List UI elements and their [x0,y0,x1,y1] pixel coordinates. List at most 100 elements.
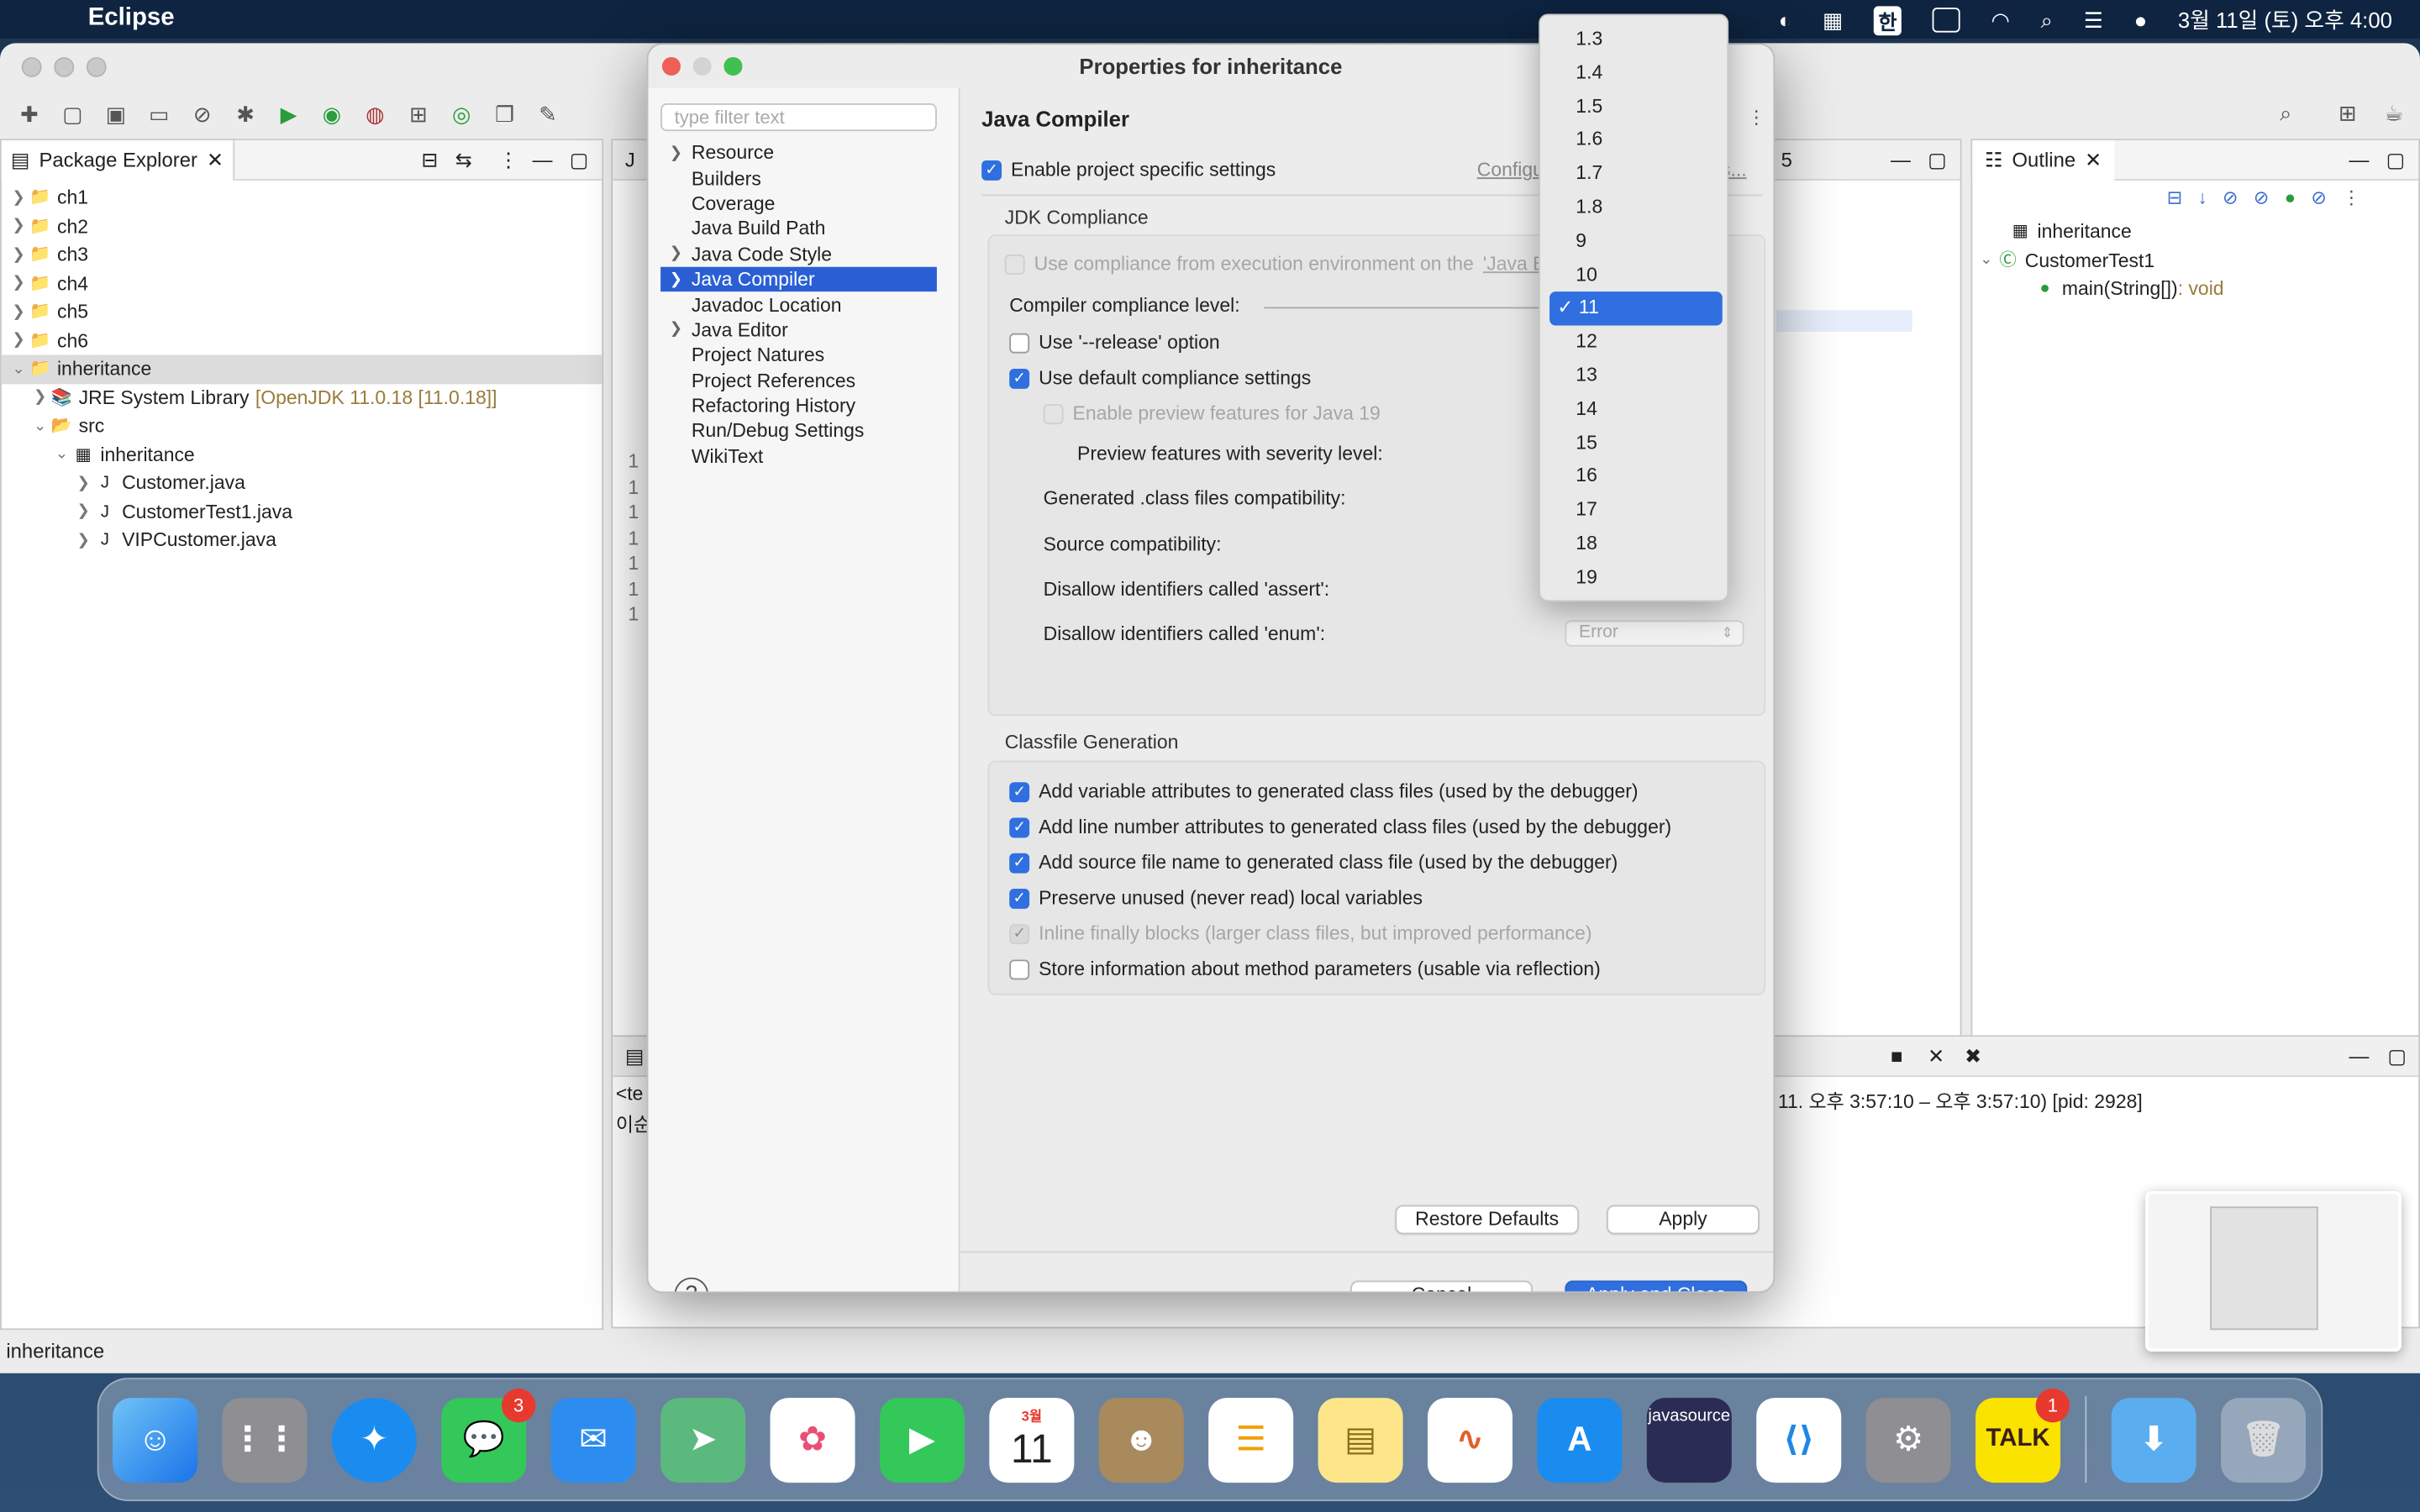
launchpad-icon[interactable]: ⋮⋮ [222,1397,308,1483]
checkbox-unchecked-icon[interactable] [1009,958,1030,979]
save-all-icon[interactable]: ▣ [99,100,133,128]
nav-item-project-references[interactable]: Project References [660,368,937,393]
dropdown-option-selected[interactable]: ✓ 11 [1549,291,1723,326]
classfile-option-disabled[interactable]: ✓ Inline finally blocks (larger class fi… [1009,922,1592,944]
classfile-option[interactable]: ✓ Add line number attributes to generate… [1009,816,1671,837]
collapse-all-icon[interactable]: ⊟ [421,147,438,171]
enable-preview-features[interactable]: Enable preview features for Java 19 [1043,402,1381,424]
apply-and-close-button[interactable]: Apply and Close [1565,1280,1748,1292]
new-icon[interactable]: ✚ [13,100,46,128]
dropdown-option[interactable]: 1.3 [1549,24,1723,57]
tree-item[interactable]: ❯ 📁 ch5 [2,297,602,326]
checkbox-checked-icon[interactable]: ✓ [1009,852,1030,873]
finder-icon[interactable]: ☺ [113,1397,198,1483]
dropdown-option[interactable]: 16 [1549,460,1723,494]
dropdown-option[interactable]: 18 [1549,528,1723,561]
chevron-right-icon[interactable]: ❯ [72,475,94,491]
nav-item-coverage[interactable]: Coverage [660,191,937,216]
maximize-icon[interactable]: ▢ [2386,147,2406,171]
safari-icon[interactable]: ✦ [331,1397,417,1483]
dropdown-option[interactable]: 14 [1549,393,1723,427]
photos-icon[interactable]: ✿ [770,1397,855,1483]
search-tool-icon[interactable]: ✎ [531,100,565,128]
filter-input[interactable]: type filter text [660,103,937,132]
tree-item[interactable]: ❯ J VIPCustomer.java [2,526,602,554]
enable-project-settings[interactable]: ✓ Enable project specific settings [981,159,1276,181]
chevron-right-icon[interactable]: ❯ [72,503,94,520]
tree-item[interactable]: ❯ 📁 ch2 [2,213,602,241]
app-store-icon[interactable]: A [1537,1397,1623,1483]
debug-icon[interactable]: ✱ [229,100,262,128]
dropdown-option[interactable]: 13 [1549,360,1723,393]
dropdown-option[interactable]: 1.6 [1549,124,1723,158]
chevron-right-icon[interactable]: ❯ [660,322,692,339]
nav-item-refactoring-history[interactable]: Refactoring History [660,393,937,418]
disallow-enum-select[interactable]: Error ⇕ [1565,620,1744,647]
maximize-icon[interactable]: ▢ [1928,147,1947,171]
nav-item-java-code-style[interactable]: ❯ Java Code Style [660,242,937,267]
hide-nonpublic-icon[interactable]: ● [2285,186,2296,208]
system-settings-icon[interactable]: ⚙ [1865,1397,1951,1483]
mail-icon[interactable]: ✉ [550,1397,636,1483]
tree-item[interactable]: ❯ 📁 ch4 [2,270,602,298]
zoom-window-button[interactable] [86,56,107,77]
minimize-icon[interactable]: — [1891,148,1911,171]
new-package-icon[interactable]: ⊞ [402,100,435,128]
run-icon[interactable]: ▶ [271,100,305,128]
nav-item-java-editor[interactable]: ❯ Java Editor [660,318,937,343]
close-icon[interactable]: ✕ [207,147,224,171]
app-menu-name[interactable]: Eclipse [88,5,175,33]
dropdown-option[interactable]: 19 [1549,561,1723,595]
tree-item-selected[interactable]: ⌄ 📁 inheritance [1,354,602,384]
facetime-icon[interactable]: ▶ [879,1397,965,1483]
chevron-right-icon[interactable]: ❯ [8,246,29,263]
chevron-right-icon[interactable]: ❯ [660,144,692,161]
screenshot-thumbnail[interactable] [2145,1190,2402,1352]
dropdown-option[interactable]: 1.7 [1549,158,1723,192]
nav-item-run-debug-settings[interactable]: Run/Debug Settings [660,418,937,444]
chevron-right-icon[interactable]: ❯ [8,218,29,234]
calendar-icon[interactable]: 3월 11 [989,1397,1075,1483]
wifi-icon[interactable]: ◠ [1991,7,2009,33]
configure-workspace-link[interactable]: Configu [1477,159,1544,181]
tree-item[interactable]: ❯ 📁 ch1 [2,184,602,213]
maximize-icon[interactable]: ▢ [2387,1044,2407,1068]
chevron-right-icon[interactable]: ❯ [8,332,29,349]
view-menu-icon[interactable]: ⋮ [2342,186,2360,208]
chevron-right-icon[interactable]: ❯ [660,271,692,288]
chevron-down-icon[interactable]: ⌄ [8,360,29,377]
cancel-button[interactable]: Cancel [1350,1280,1533,1292]
nav-item-java-compiler[interactable]: ❯ Java Compiler [660,266,937,292]
tree-item[interactable]: ❯ 📁 ch3 [2,241,602,270]
checkbox-checked-icon[interactable]: ✓ [1009,781,1030,802]
dropdown-option[interactable]: 1.4 [1549,57,1723,91]
menu-clock[interactable]: 3월 11일 (토) 오후 4:00 [2178,5,2392,36]
terminal-icon[interactable]: ▭ [142,100,176,128]
siri-icon[interactable]: ● [2134,8,2148,32]
link-editor-icon[interactable]: ⇆ [455,147,472,171]
page-menu-icon[interactable]: ⋮ [1747,107,1765,129]
remove-launch-icon[interactable]: ✕ [1928,1044,1944,1068]
reminders-icon[interactable]: ☰ [1208,1397,1294,1483]
dropdown-option[interactable]: 17 [1549,494,1723,528]
dropdown-option[interactable]: 12 [1549,326,1723,360]
minimize-icon[interactable]: — [2349,1044,2370,1068]
external-tools-icon[interactable]: ◍ [358,100,392,128]
input-method-indicator[interactable]: 한 [1873,5,1902,35]
classfile-option[interactable]: ✓ Preserve unused (never read) local var… [1009,887,1423,909]
collapse-all-icon[interactable]: ⊟ [2167,186,2182,208]
tree-item[interactable]: ❯ 📁 ch6 [2,326,602,354]
outline-item[interactable]: ● main(String[]) : void [1972,275,2420,303]
outline-item[interactable]: ⌄ Ⓒ CustomerTest1 [1972,246,2420,275]
remove-all-icon[interactable]: ✖ [1965,1044,1981,1068]
nav-item-project-natures[interactable]: Project Natures [660,343,937,368]
window-icon[interactable]: ▦ [1823,7,1843,33]
restore-defaults-button[interactable]: Restore Defaults [1395,1205,1579,1235]
vscode-icon[interactable]: ⟨⟩ [1756,1397,1842,1483]
checkbox-unchecked-icon[interactable] [1009,332,1030,353]
chevron-right-icon[interactable]: ❯ [8,189,29,206]
save-icon[interactable]: ▢ [55,100,89,128]
nav-item-resource[interactable]: ❯ Resource [660,140,937,165]
chevron-down-icon[interactable]: ⌄ [1975,252,1997,269]
terminate-icon[interactable]: ■ [1891,1044,1902,1068]
